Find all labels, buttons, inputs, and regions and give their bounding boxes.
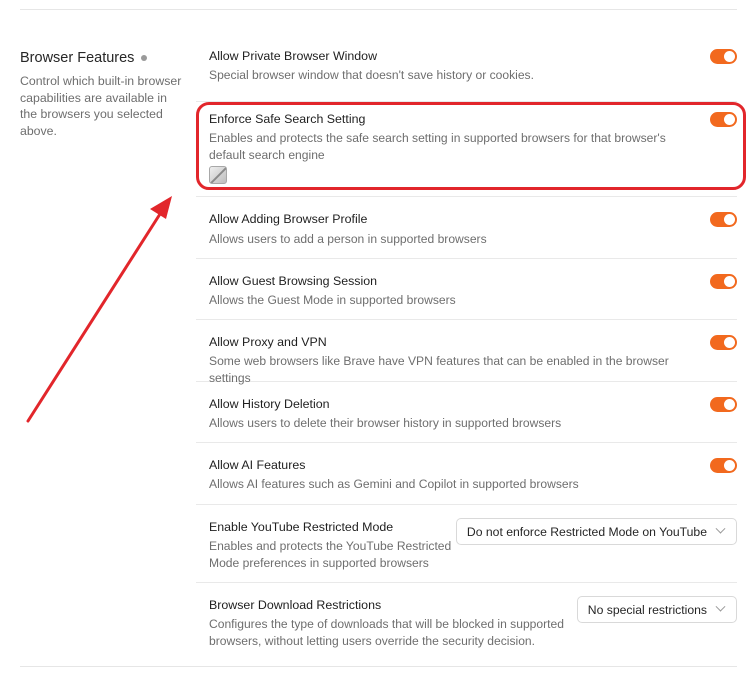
safe-search-toggle[interactable] xyxy=(710,112,737,127)
setting-description: Configures the type of downloads that wi… xyxy=(209,617,564,648)
info-dot-icon[interactable] xyxy=(141,55,148,61)
setting-label: Allow Adding Browser Profile xyxy=(209,212,368,226)
ai-features-toggle[interactable] xyxy=(710,458,737,473)
setting-description: Allows users to add a person in supporte… xyxy=(209,232,487,246)
toggle-knob xyxy=(724,114,735,125)
setting-label: Allow Guest Browsing Session xyxy=(209,274,378,288)
select-value: No special restrictions xyxy=(587,602,707,617)
toggle-knob xyxy=(724,51,735,62)
guest-session-toggle[interactable] xyxy=(710,274,737,289)
toggle-knob xyxy=(724,337,735,348)
setting-row-safe-search: Enforce Safe Search Setting Enables and … xyxy=(196,102,737,197)
setting-row-guest-session: Allow Guest Browsing Session Allows the … xyxy=(196,259,737,320)
setting-description: Enables and protects the YouTube Restric… xyxy=(209,539,452,570)
setting-row-download-restrictions: Browser Download Restrictions Configures… xyxy=(196,583,737,661)
settings-list: Allow Private Browser Window Special bro… xyxy=(196,40,737,661)
setting-label: Allow Private Browser Window xyxy=(209,49,378,63)
setting-label: Allow History Deletion xyxy=(209,397,330,411)
setting-description: Allows AI features such as Gemini and Co… xyxy=(209,477,579,491)
setting-row-proxy-vpn: Allow Proxy and VPN Some web browsers li… xyxy=(196,320,737,385)
chevron-down-icon xyxy=(715,601,726,612)
private-window-toggle[interactable] xyxy=(710,49,737,64)
toggle-knob xyxy=(724,214,735,225)
setting-description: Allows the Guest Mode in supported brows… xyxy=(209,293,456,307)
setting-label: Enforce Safe Search Setting xyxy=(209,112,366,126)
download-restrictions-select[interactable]: No special restrictions xyxy=(576,596,737,623)
setting-label: Browser Download Restrictions xyxy=(209,598,382,612)
section-title: Browser Features xyxy=(20,50,135,66)
setting-row-youtube-restricted: Enable YouTube Restricted Mode Enables a… xyxy=(196,505,737,583)
section-header: Browser Features Control which built-in … xyxy=(20,48,185,139)
setting-row-history-deletion: Allow History Deletion Allows users to d… xyxy=(196,382,737,443)
setting-row-private-window: Allow Private Browser Window Special bro… xyxy=(196,40,737,102)
proxy-vpn-toggle[interactable] xyxy=(710,335,737,350)
setting-label: Allow Proxy and VPN xyxy=(209,335,327,349)
setting-description: Enables and protects the safe search set… xyxy=(209,131,666,162)
setting-row-ai-features: Allow AI Features Allows AI features suc… xyxy=(196,443,737,505)
section-description: Control which built-in browser capabilit… xyxy=(20,74,182,138)
lock-placeholder-icon xyxy=(209,166,227,184)
select-value: Do not enforce Restricted Mode on YouTub… xyxy=(466,524,707,539)
setting-label: Enable YouTube Restricted Mode xyxy=(209,520,394,534)
section-title-row: Browser Features xyxy=(20,48,185,68)
setting-row-browser-profile: Allow Adding Browser Profile Allows user… xyxy=(196,197,737,259)
setting-description: Special browser window that doesn't save… xyxy=(209,68,534,82)
toggle-knob xyxy=(724,399,735,410)
toggle-knob xyxy=(724,460,735,471)
browser-profile-toggle[interactable] xyxy=(710,212,737,227)
setting-label: Allow AI Features xyxy=(209,458,306,472)
chevron-down-icon xyxy=(715,523,726,534)
history-deletion-toggle[interactable] xyxy=(710,397,737,412)
top-divider xyxy=(20,9,737,10)
setting-description: Allows users to delete their browser his… xyxy=(209,416,562,430)
youtube-restricted-select[interactable]: Do not enforce Restricted Mode on YouTub… xyxy=(455,518,737,545)
bottom-divider xyxy=(20,666,737,667)
toggle-knob xyxy=(724,276,735,287)
